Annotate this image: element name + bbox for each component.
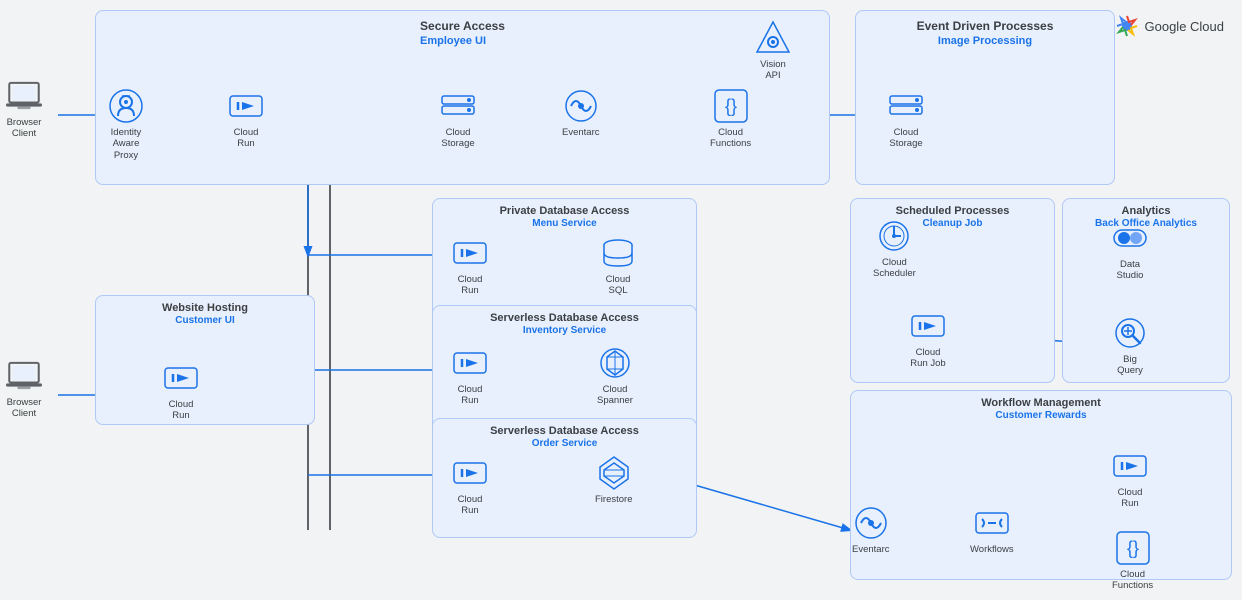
cloud-run-inventory-label: CloudRun [458, 384, 483, 407]
cloud-run-workflow-icon [1112, 448, 1148, 484]
browser-client-top: BrowserClient [6, 78, 42, 140]
cloud-run-job-icon [910, 308, 946, 344]
cloud-run-employee-icon [228, 88, 264, 124]
cloud-run-customer: CloudRun [163, 360, 199, 422]
cloud-functions-workflow-icon: {} [1115, 530, 1151, 566]
scheduled-subtitle: Cleanup Job [922, 218, 982, 229]
event-driven-subtitle: Image Processing [938, 35, 1032, 47]
cloud-storage-right: CloudStorage [888, 88, 924, 150]
firestore-label: Firestore [595, 494, 632, 505]
cloud-functions-top-icon: {} [713, 88, 749, 124]
cloud-storage-top-icon [440, 88, 476, 124]
laptop-icon-bottom [6, 358, 42, 394]
data-studio: DataStudio [1112, 220, 1148, 282]
cloud-scheduler-icon [876, 218, 912, 254]
cloud-functions-workflow: {} CloudFunctions [1112, 530, 1153, 592]
cloud-run-customer-label: CloudRun [169, 399, 194, 422]
cloud-run-workflow-label: CloudRun [1118, 487, 1143, 510]
cloud-functions-workflow-label: CloudFunctions [1112, 569, 1153, 592]
serverless-order-subtitle: Order Service [532, 438, 598, 449]
iap-service: IdentityAwareProxy [108, 88, 144, 161]
cloud-scheduler: CloudScheduler [873, 218, 916, 280]
cloud-spanner-label: CloudSpanner [597, 384, 633, 407]
cloud-run-menu-icon [452, 235, 488, 271]
data-studio-label: DataStudio [1117, 259, 1144, 282]
google-cloud-logo: Google Cloud [1115, 14, 1225, 38]
cloud-run-employee-label: CloudRun [234, 127, 259, 150]
event-driven-title: Event Driven ProcessesImage Processing [917, 19, 1054, 47]
cloud-storage-top: CloudStorage [440, 88, 476, 150]
firestore-icon [596, 455, 632, 491]
website-hosting-section: Website HostingCustomer UI [95, 295, 315, 425]
cloud-run-job: CloudRun Job [910, 308, 946, 370]
serverless-inventory-subtitle: Inventory Service [523, 325, 606, 336]
data-studio-icon [1112, 220, 1148, 256]
gc-logo-icon [1115, 14, 1139, 38]
cloud-run-employee: CloudRun [228, 88, 264, 150]
vision-api-label: VisionAPI [760, 59, 786, 82]
cloud-sql: CloudSQL [600, 235, 636, 297]
serverless-order-title: Serverless Database AccessOrder Service [490, 425, 639, 449]
cloud-sql-icon [600, 235, 636, 271]
svg-text:{}: {} [725, 96, 737, 116]
diagram-container: Google Cloud [0, 0, 1242, 600]
big-query: BigQuery [1112, 315, 1148, 377]
cloud-functions-top-label: CloudFunctions [710, 127, 751, 150]
vision-api: VisionAPI [755, 20, 791, 82]
secure-access-subtitle: Employee UI [420, 35, 486, 47]
cloud-run-order-label: CloudRun [458, 494, 483, 517]
cloud-run-workflow: CloudRun [1112, 448, 1148, 510]
gc-logo-text: Google Cloud [1145, 19, 1225, 34]
cloud-spanner: CloudSpanner [597, 345, 633, 407]
eventarc-top-icon [563, 88, 599, 124]
cloud-sql-label: CloudSQL [606, 274, 631, 297]
private-db-title: Private Database AccessMenu Service [500, 205, 630, 229]
laptop-icon-top [6, 78, 42, 114]
secure-access-title: Secure AccessEmployee UI [420, 19, 505, 47]
cloud-run-menu: CloudRun [452, 235, 488, 297]
cloud-storage-top-label: CloudStorage [441, 127, 474, 150]
website-hosting-title: Website HostingCustomer UI [162, 302, 248, 326]
cloud-scheduler-label: CloudScheduler [873, 257, 916, 280]
cloud-run-order: CloudRun [452, 455, 488, 517]
website-hosting-subtitle: Customer UI [175, 315, 234, 326]
eventarc-bottom-label: Eventarc [852, 544, 890, 555]
svg-text:{}: {} [1127, 538, 1139, 558]
workflow-title: Workflow ManagementCustomer Rewards [981, 397, 1101, 421]
private-db-subtitle: Menu Service [532, 218, 596, 229]
workflow-subtitle: Customer Rewards [995, 410, 1086, 421]
eventarc-bottom-icon [853, 505, 889, 541]
vision-api-icon [755, 20, 791, 56]
cloud-storage-right-icon [888, 88, 924, 124]
cloud-run-order-icon [452, 455, 488, 491]
cloud-functions-top: {} CloudFunctions [710, 88, 751, 150]
workflows-label: Workflows [970, 544, 1014, 555]
browser-client-top-label: BrowserClient [7, 117, 42, 140]
big-query-label: BigQuery [1117, 354, 1143, 377]
eventarc-bottom: Eventarc [852, 505, 890, 555]
iap-icon [108, 88, 144, 124]
cloud-storage-right-label: CloudStorage [889, 127, 922, 150]
browser-client-bottom-label: BrowserClient [7, 397, 42, 420]
eventarc-top: Eventarc [562, 88, 600, 138]
serverless-inventory-title: Serverless Database AccessInventory Serv… [490, 312, 639, 336]
workflows-icon [974, 505, 1010, 541]
cloud-run-job-label: CloudRun Job [910, 347, 945, 370]
workflows: Workflows [970, 505, 1014, 555]
cloud-run-inventory: CloudRun [452, 345, 488, 407]
big-query-icon [1112, 315, 1148, 351]
cloud-spanner-icon [597, 345, 633, 381]
browser-client-bottom: BrowserClient [6, 358, 42, 420]
cloud-run-customer-icon [163, 360, 199, 396]
workflow-section: Workflow ManagementCustomer Rewards [850, 390, 1232, 580]
cloud-run-inventory-icon [452, 345, 488, 381]
firestore: Firestore [595, 455, 632, 505]
iap-label: IdentityAwareProxy [111, 127, 142, 161]
cloud-run-menu-label: CloudRun [458, 274, 483, 297]
eventarc-top-label: Eventarc [562, 127, 600, 138]
